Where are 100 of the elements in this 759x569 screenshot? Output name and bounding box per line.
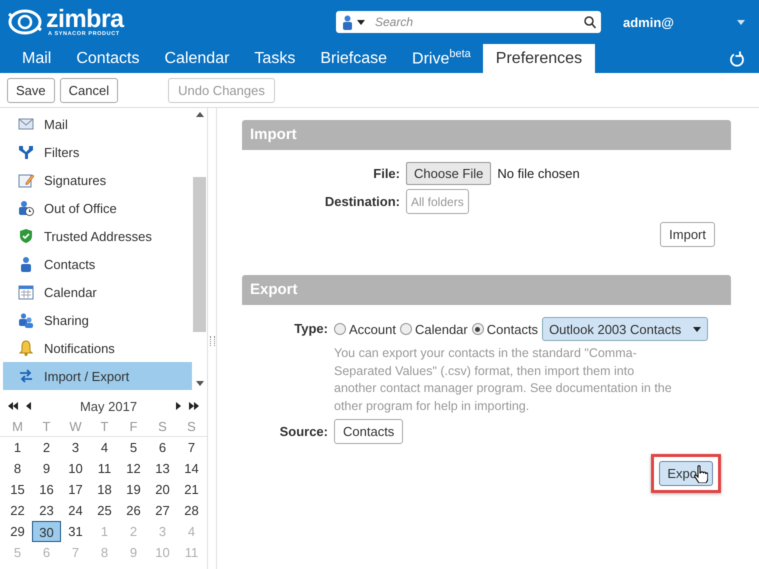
search-icon[interactable] [584, 16, 596, 28]
sidebar-item[interactable]: Trusted Addresses [3, 222, 192, 250]
calendar-day[interactable]: 27 [148, 500, 177, 521]
sidebar-item[interactable]: Signatures [3, 166, 192, 194]
calendar-day[interactable]: 1 [3, 437, 32, 458]
calendar-day[interactable]: 24 [61, 500, 90, 521]
weekday-label: T [42, 418, 52, 436]
field-label: Type: [293, 320, 328, 336]
scroll-up-icon[interactable] [196, 112, 204, 117]
calendar-icon [18, 284, 34, 300]
weekday-label: F [128, 418, 138, 436]
calendar-day[interactable]: 13 [148, 458, 177, 479]
calendar-day[interactable]: 16 [32, 479, 61, 500]
calendar-day[interactable]: 31 [61, 521, 90, 542]
double-right-arrow-icon[interactable] [189, 402, 199, 410]
sidebar-item[interactable]: Notifications [3, 334, 192, 362]
section-header: Import [242, 120, 731, 150]
calendar-day[interactable]: 11 [90, 458, 119, 479]
sidebar-item[interactable]: Mail [3, 110, 192, 138]
person-icon [342, 14, 353, 30]
app-tab[interactable]: Briefcase [307, 44, 400, 73]
calendar-day[interactable]: 20 [148, 479, 177, 500]
calendar-day[interactable]: 22 [3, 500, 32, 521]
swap-arrows-icon [18, 368, 34, 384]
scroll-down-icon[interactable] [196, 381, 204, 386]
sidebar-item[interactable]: Sharing [3, 306, 192, 334]
radio-option[interactable]: Account [334, 322, 396, 336]
calendar-day[interactable]: 3 [61, 437, 90, 458]
calendar-day[interactable]: 21 [177, 479, 206, 500]
import-button[interactable]: Import [660, 222, 715, 247]
radio-option[interactable]: Calendar [400, 322, 468, 336]
field-label: File: [372, 166, 400, 181]
calendar-day[interactable]: 25 [90, 500, 119, 521]
file-status: No file chosen [497, 166, 580, 181]
radio-option[interactable]: Contacts [472, 322, 538, 336]
choose-file-button[interactable]: Choose File [406, 162, 492, 185]
left-arrow-icon[interactable] [26, 402, 31, 410]
calendar-day[interactable]: 15 [3, 479, 32, 500]
people-icon [18, 312, 34, 328]
weekday-label: S [157, 418, 168, 436]
calendar-day[interactable]: 26 [119, 500, 148, 521]
user-menu[interactable]: admin@ [623, 14, 674, 30]
sidebar-item[interactable]: Import / Export [3, 362, 192, 390]
calendar-day[interactable]: 19 [119, 479, 148, 500]
envelope-icon [18, 116, 34, 132]
format-dropdown[interactable]: Outlook 2003 Contacts [542, 317, 708, 341]
sidebar-item[interactable]: Filters [3, 138, 192, 166]
app-tab[interactable]: Contacts [63, 44, 152, 73]
field-label: Source: [278, 424, 328, 439]
caret-icon [693, 326, 702, 332]
person-clock-icon [18, 200, 34, 216]
calendar-day[interactable]: 2 [32, 437, 61, 458]
weekday-label: T [100, 418, 110, 436]
logo-icon [6, 8, 44, 36]
calendar-day[interactable]: 17 [61, 479, 90, 500]
bell-icon [18, 340, 34, 356]
field-label: Destination: [324, 194, 400, 209]
sidebar-item[interactable]: Calendar [3, 278, 192, 306]
weekday-label: W [68, 418, 83, 436]
export-button[interactable]: Expo [659, 461, 713, 486]
app-tab[interactable]: Drive$^{beta}$ [399, 44, 483, 73]
search-bar[interactable]: Search [336, 11, 601, 33]
sidebar-item[interactable]: Out of Office [3, 194, 192, 222]
signature-icon [18, 172, 34, 188]
calendar-day[interactable]: 9 [32, 458, 61, 479]
calendar-day[interactable]: 8 [3, 458, 32, 479]
app-tab[interactable]: Preferences [482, 44, 596, 73]
calendar-day[interactable]: 23 [32, 500, 61, 521]
sidebar-item[interactable]: Contacts [3, 250, 192, 278]
source-button[interactable]: Contacts [334, 419, 404, 444]
calendar-day[interactable]: 14 [177, 458, 206, 479]
calendar-day[interactable]: 28 [177, 500, 206, 521]
toolbar-button[interactable]: Cancel [60, 78, 118, 102]
calendar-day[interactable]: 12 [119, 458, 148, 479]
person-icon [18, 256, 34, 272]
export-description: You can export your contacts in the standard "Comma-Separated Values" (.csv) format, then import them into another contact manager program. See documentation in the other program for help in importing. [334, 345, 673, 415]
weekday-label: M [11, 418, 24, 436]
app-tab[interactable]: Mail [9, 44, 64, 73]
calendar-day[interactable]: 6 [148, 437, 177, 458]
refresh-icon[interactable] [729, 50, 745, 66]
calendar-day[interactable]: 5 [119, 437, 148, 458]
calendar-day[interactable]: 18 [90, 479, 119, 500]
caret-icon[interactable] [357, 20, 365, 24]
calendar-day[interactable]: 29 [3, 521, 32, 542]
weekday-label: S [186, 418, 197, 436]
fork-icon [18, 144, 34, 160]
double-left-arrow-icon[interactable] [8, 402, 18, 410]
toolbar-button[interactable]: Save [7, 78, 55, 102]
logo-wordmark: zimbra [46, 6, 124, 30]
calendar-month: May 2017 [78, 398, 138, 414]
splitter-grip[interactable] [210, 336, 214, 346]
calendar-day[interactable]: 30 [32, 521, 61, 542]
calendar-day[interactable]: 10 [61, 458, 90, 479]
shield-check-icon [18, 228, 34, 244]
section-header: Export [242, 275, 731, 305]
right-arrow-icon[interactable] [176, 402, 181, 410]
app-tab[interactable]: Calendar [151, 44, 242, 73]
calendar-day[interactable]: 7 [177, 437, 206, 458]
calendar-day[interactable]: 4 [90, 437, 119, 458]
app-tab[interactable]: Tasks [241, 44, 308, 73]
